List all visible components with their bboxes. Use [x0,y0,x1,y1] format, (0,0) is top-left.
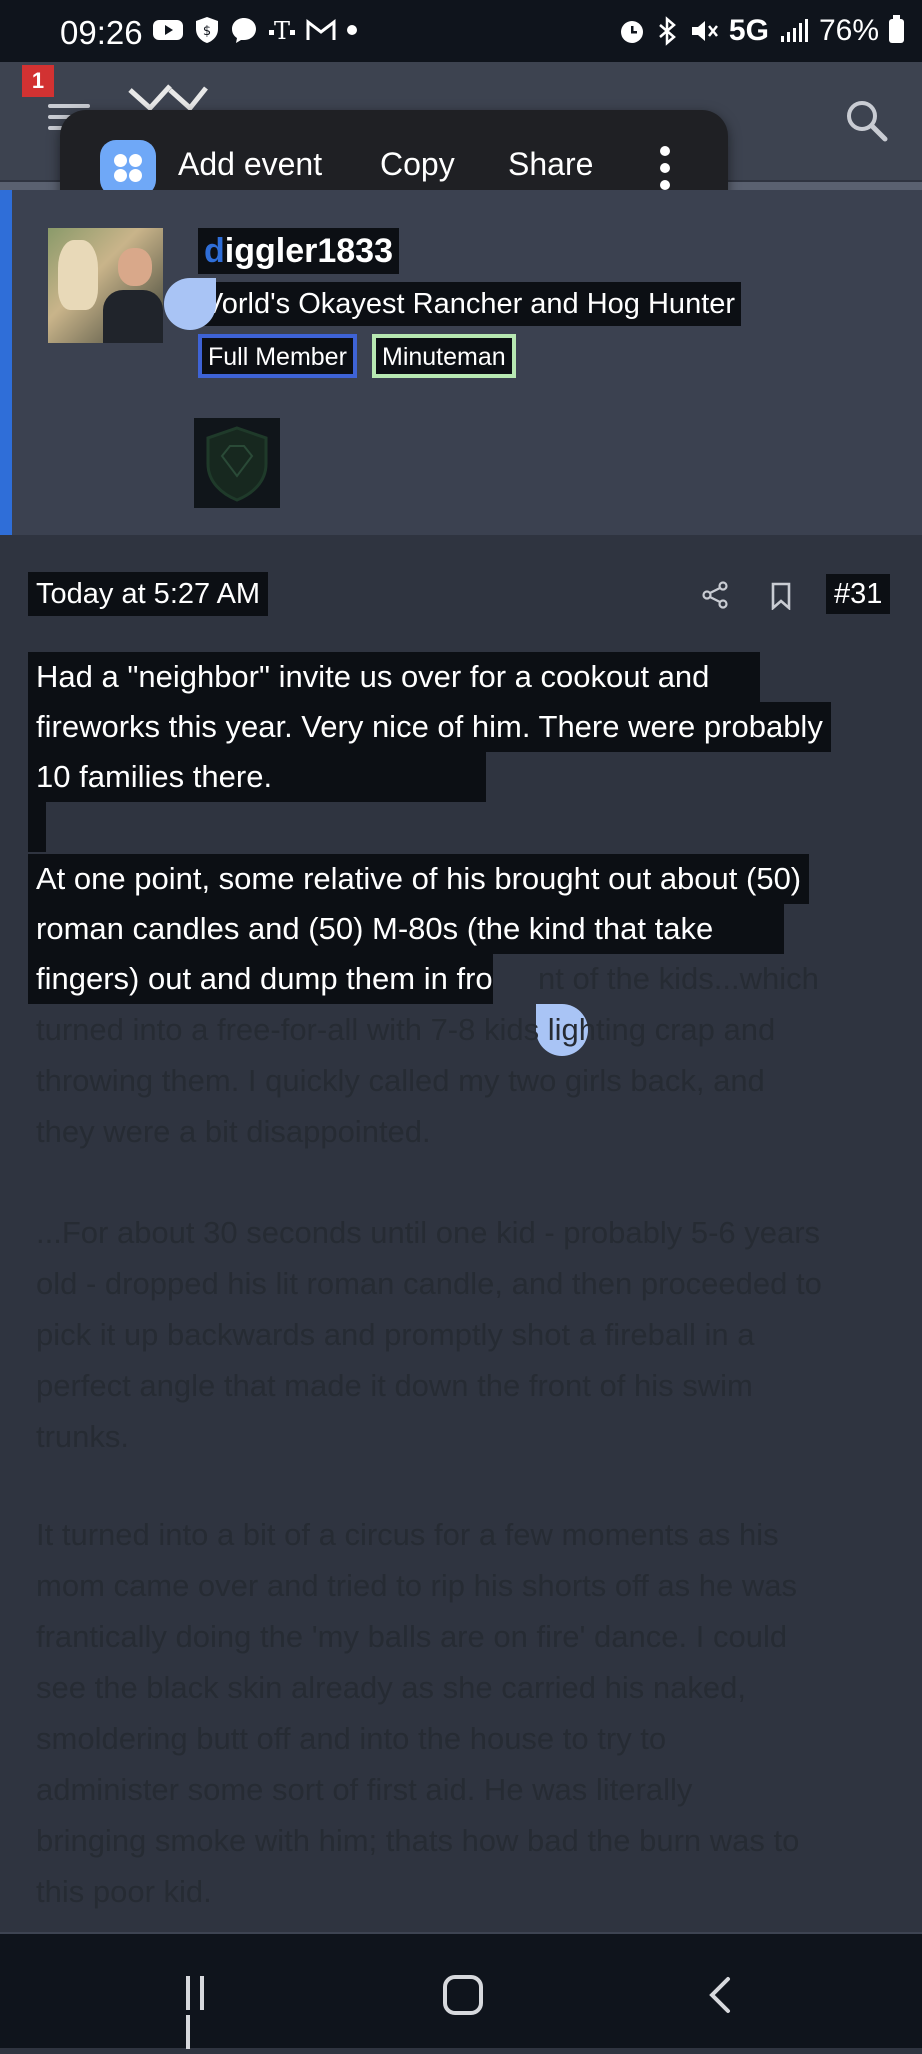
post-line: At one point, some relative of his broug… [28,854,810,904]
mute-icon [691,21,718,41]
svg-text:T: T [274,17,290,44]
battery-icon [889,15,904,43]
signal-icon [780,19,808,42]
post-line: frantically doing the 'my balls are on f… [36,1619,788,1654]
recent-apps-icon[interactable] [186,1976,222,2049]
search-icon[interactable] [844,98,888,142]
svg-text:$: $ [203,24,211,39]
post-line: this poor kid. [36,1874,212,1909]
post-line: perfect angle that made it down the fron… [36,1368,753,1403]
badge-minuteman: Minuteman [372,334,516,378]
status-bar: 09:26 $ T 5G 76% [0,0,922,62]
status-icons-left: $ T [152,16,358,44]
post-line: trunks. [36,1419,130,1454]
post-line: mom came over and tried to rip his short… [36,1568,797,1603]
home-icon[interactable] [443,1975,483,2015]
calendar-app-icon[interactable] [100,140,156,196]
more-options-icon[interactable] [660,146,672,190]
post-line: 10 families there. [28,752,486,802]
badge-full-member: Full Member [198,334,357,378]
post-line: administer some sort of first aid. He wa… [36,1772,693,1807]
post-line: bringing smoke with him; thats how bad t… [36,1823,800,1858]
dot-icon [347,25,357,35]
post-line: old - dropped his lit roman candle, and … [36,1266,822,1301]
user-title: Vorld's Okayest Rancher and Hog Hunter [198,282,742,326]
diamond-shield-trophy-icon [194,418,280,508]
user-accent-bar [0,190,12,535]
messenger-icon [232,18,256,43]
post-line: roman candles and (50) M-80s (the kind t… [28,904,784,954]
post-line: Had a "neighbor" invite us over for a co… [28,652,760,702]
post-line: smoldering butt off and into the house t… [36,1721,667,1756]
post-line: It turned into a bit of a circus for a f… [36,1517,779,1552]
tmobile-icon: T [269,17,295,44]
share-button[interactable]: Share [508,146,593,183]
post-line: fingers) out and dump them in fro [28,954,493,1004]
gmail-icon [306,18,336,40]
network-type: 5G [728,14,769,47]
avatar[interactable] [48,228,163,343]
status-time: 09:26 [60,14,143,51]
notification-badge[interactable]: 1 [22,65,54,97]
post-line: throwing them. I quickly called my two g… [36,1063,765,1098]
bookmark-icon[interactable] [770,582,792,610]
post-line: see the black skin already as she carrie… [36,1670,746,1705]
battery-level: 76% [818,14,879,47]
post-blank-line [28,802,46,852]
post-line: ...For about 30 seconds until one kid - … [36,1215,821,1250]
post-date[interactable]: Today at 5:27 AM [28,572,269,616]
vpn-icon: $ [196,17,218,43]
post-line-tail: nt of the kids...which [538,961,819,996]
back-icon[interactable] [706,1976,736,2014]
selection-start-handle[interactable] [164,278,216,330]
add-event-button[interactable]: Add event [178,146,322,183]
post-line: turned into a free-for-all with 7-8 kids… [36,1012,776,1047]
post-line: they were a bit disappointed. [36,1114,431,1149]
post-line: pick it up backwards and promptly shot a… [36,1317,755,1352]
post-line: fireworks this year. Very nice of him. T… [28,702,831,752]
copy-button[interactable]: Copy [380,146,455,183]
youtube-icon [153,20,183,40]
share-icon[interactable] [700,580,730,610]
username[interactable]: diggler1833 [198,228,399,274]
bluetooth-icon [659,16,676,46]
status-icons-right: 5G 76% [617,14,904,48]
alarm-icon [620,21,643,43]
post-number[interactable]: #31 [826,574,891,614]
